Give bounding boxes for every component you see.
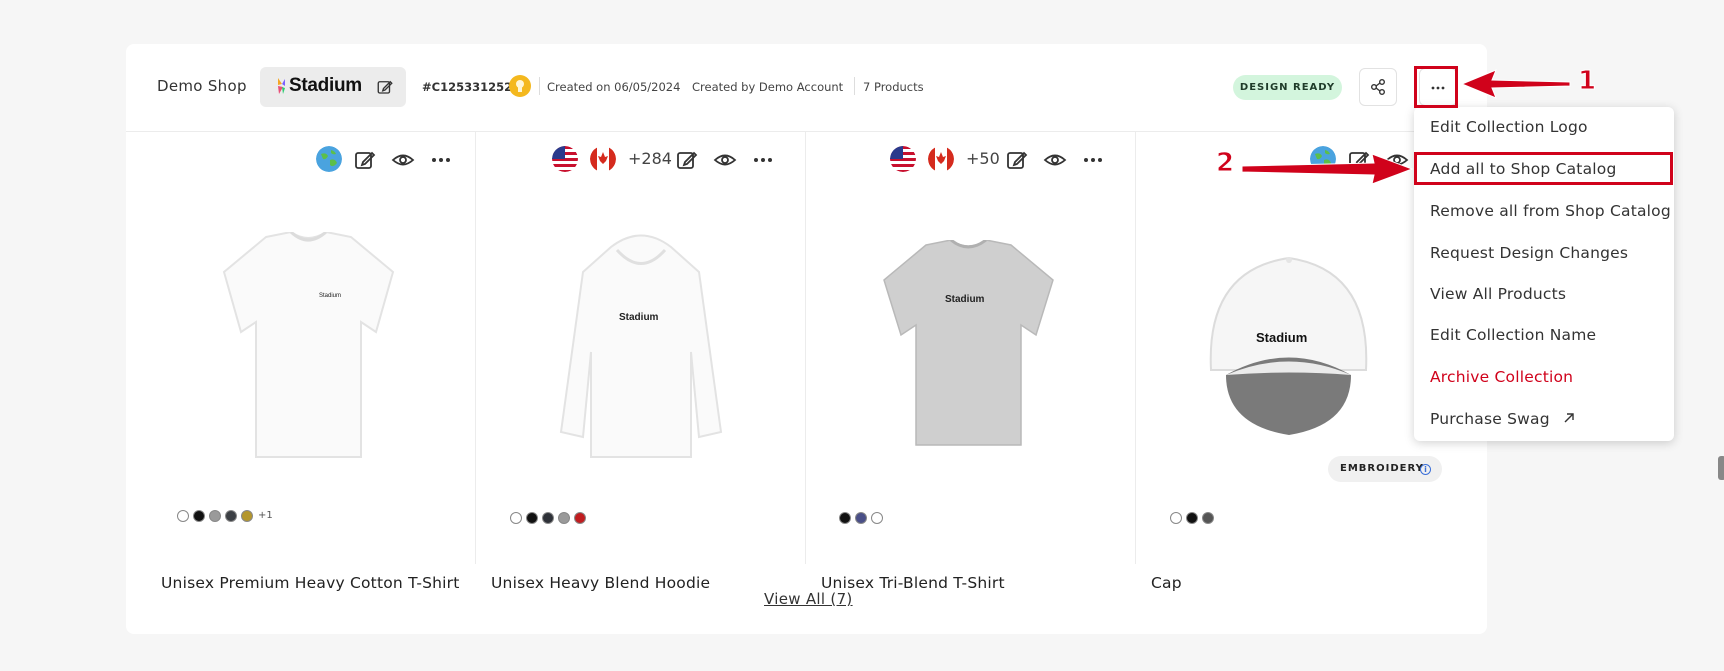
product-count: 7 Products (863, 80, 924, 94)
shop-name: Demo Shop (157, 77, 247, 95)
coin-icon (509, 75, 531, 97)
menu-item-request-design-changes[interactable]: Request Design Changes (1430, 244, 1628, 262)
embroidery-label: EMBROIDERY (1340, 463, 1424, 474)
annotation-number-1: 1 (1577, 66, 1597, 97)
more-horizontal-icon[interactable] (429, 148, 453, 172)
divider (854, 77, 855, 95)
more-horizontal-icon[interactable] (751, 148, 775, 172)
share-button[interactable] (1359, 68, 1397, 106)
svg-text:Stadium: Stadium (1256, 330, 1307, 345)
eye-icon[interactable] (1043, 148, 1067, 172)
color-swatch[interactable] (839, 512, 851, 524)
status-badge: DESIGN READY (1233, 75, 1342, 100)
canada-flag-icon (928, 146, 954, 172)
annotation-highlight-more-button (1414, 66, 1458, 108)
product-card[interactable]: +50 Stadium (806, 132, 1136, 564)
color-swatch[interactable] (871, 512, 883, 524)
share-icon (1371, 79, 1385, 95)
annotation-highlight-add-all (1414, 152, 1673, 185)
extra-countries-count[interactable]: +50 (966, 149, 1000, 168)
stadium-logo-mark (278, 78, 285, 94)
edit-icon[interactable] (353, 148, 377, 172)
product-card[interactable]: Stadium +1 (126, 132, 476, 564)
extra-countries-count[interactable]: +284 (628, 149, 672, 168)
color-swatch[interactable] (558, 512, 570, 524)
us-flag-icon (552, 146, 578, 172)
color-swatch[interactable] (209, 510, 221, 522)
edit-icon[interactable] (675, 148, 699, 172)
us-flag-icon (890, 146, 916, 172)
color-swatch[interactable] (1202, 512, 1214, 524)
color-swatch[interactable] (177, 510, 189, 522)
color-swatch[interactable] (855, 512, 867, 524)
logo-text: Stadium (289, 75, 362, 96)
color-swatch[interactable] (526, 512, 538, 524)
purchase-swag-label: Purchase Swag (1430, 410, 1550, 428)
product-grid: Stadium +1 +284 Stadium +50 Stadium Stad… (126, 132, 1487, 564)
collection-id: #C125331252 (422, 80, 513, 94)
menu-item-archive-collection[interactable]: Archive Collection (1430, 368, 1573, 386)
color-swatch[interactable] (225, 510, 237, 522)
svg-text:Stadium: Stadium (945, 294, 985, 305)
embroidery-badge: EMBROIDERY i (1328, 456, 1442, 482)
more-horizontal-icon[interactable] (1081, 148, 1105, 172)
product-actions: +284 (552, 146, 802, 176)
hoodie-image[interactable]: Stadium (559, 232, 724, 462)
product-name[interactable]: Unisex Premium Heavy Cotton T-Shirt (161, 574, 460, 592)
view-all-link[interactable]: View All (7) (764, 590, 853, 608)
tshirt-image[interactable]: Stadium (221, 232, 396, 462)
divider (539, 77, 540, 95)
eye-icon[interactable] (391, 148, 415, 172)
eye-icon[interactable] (713, 148, 737, 172)
collection-header: Demo Shop Stadium #C125331252 Created on… (126, 44, 1487, 132)
product-actions: +50 (890, 146, 1130, 176)
color-swatch[interactable] (574, 512, 586, 524)
product-card[interactable]: Stadium (1136, 132, 1436, 564)
color-swatch[interactable] (1186, 512, 1198, 524)
product-actions (316, 146, 466, 176)
color-swatch[interactable] (510, 512, 522, 524)
annotation-arrow-icon (1242, 153, 1414, 185)
created-on: Created on 06/05/2024 (547, 80, 681, 94)
product-card[interactable]: +284 Stadium (476, 132, 806, 564)
annotation-arrow-icon (1462, 69, 1571, 99)
scrollbar-thumb[interactable] (1718, 456, 1724, 480)
color-swatch[interactable] (1170, 512, 1182, 524)
edit-icon[interactable] (1005, 148, 1029, 172)
menu-item-remove-all-from-catalog[interactable]: Remove all from Shop Catalog (1430, 202, 1671, 220)
color-swatch[interactable] (241, 510, 253, 522)
color-swatch[interactable] (542, 512, 554, 524)
edit-icon[interactable] (376, 78, 394, 96)
product-name[interactable]: Cap (1151, 574, 1182, 592)
more-colors: +1 (258, 510, 273, 521)
menu-item-view-all-products[interactable]: View All Products (1430, 285, 1566, 303)
tshirt-image[interactable]: Stadium (881, 240, 1056, 450)
annotation-number-2: 2 (1215, 148, 1235, 179)
globe-icon (316, 146, 342, 172)
menu-item-purchase-swag[interactable]: Purchase Swag (1430, 410, 1575, 428)
canada-flag-icon (590, 146, 616, 172)
created-by: Created by Demo Account (692, 80, 844, 94)
info-icon[interactable]: i (1420, 464, 1431, 475)
color-swatch[interactable] (193, 510, 205, 522)
menu-item-edit-collection-name[interactable]: Edit Collection Name (1430, 326, 1596, 344)
cap-image[interactable]: Stadium (1201, 250, 1376, 440)
menu-item-edit-logo[interactable]: Edit Collection Logo (1430, 118, 1588, 136)
external-arrow-icon (1564, 413, 1574, 423)
collection-logo[interactable]: Stadium (260, 67, 406, 107)
collection-card: Demo Shop Stadium #C125331252 Created on… (126, 44, 1487, 634)
svg-text:Stadium: Stadium (619, 312, 659, 323)
product-name[interactable]: Unisex Heavy Blend Hoodie (491, 574, 710, 592)
svg-text:Stadium: Stadium (319, 293, 341, 299)
